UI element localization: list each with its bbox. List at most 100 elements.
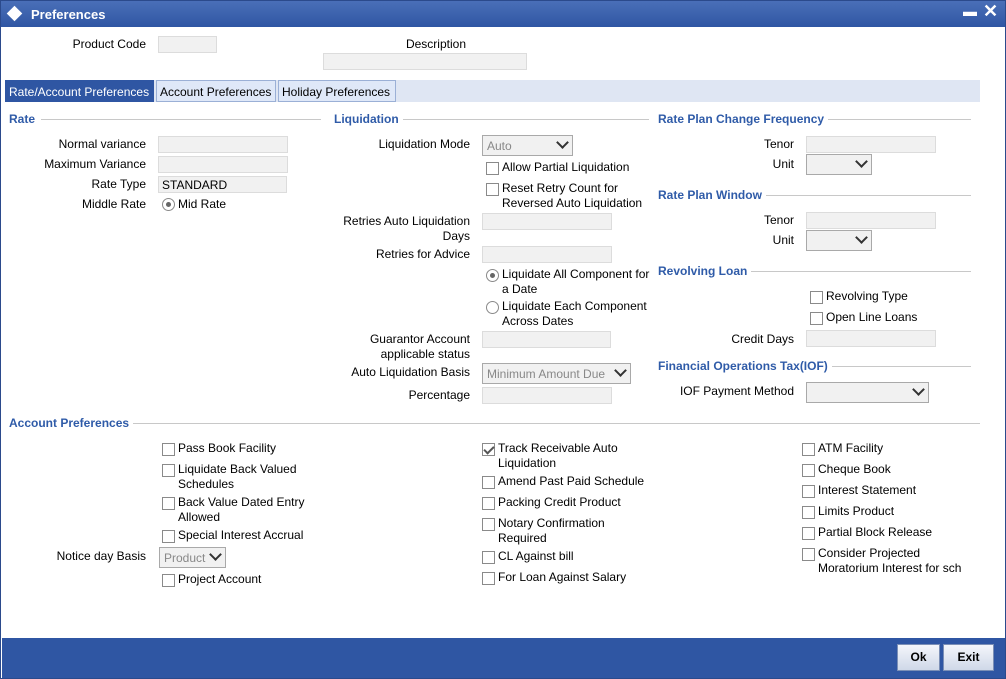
- close-icon[interactable]: ✕: [983, 1, 998, 22]
- back-value-dated-label-1: Back Value Dated Entry: [178, 495, 305, 509]
- atm-facility-checkbox[interactable]: [802, 443, 815, 456]
- liquidate-each-radio[interactable]: [486, 301, 499, 314]
- iof-title: Financial Operations Tax(IOF): [658, 359, 832, 373]
- guarantor-account-input[interactable]: [482, 331, 611, 348]
- open-line-loans-checkbox[interactable]: [810, 312, 823, 325]
- description-input[interactable]: [323, 53, 527, 70]
- rate-divider: [41, 119, 321, 120]
- revolving-type-checkbox[interactable]: [810, 291, 823, 304]
- rate-plan-change-title: Rate Plan Change Frequency: [658, 112, 829, 126]
- track-receivable-checkbox[interactable]: [482, 443, 495, 456]
- liquidate-back-valued-label-1: Liquidate Back Valued: [178, 462, 297, 476]
- project-account-label: Project Account: [178, 572, 262, 586]
- tab-account-preferences[interactable]: Account Preferences: [156, 80, 276, 102]
- cl-against-bill-label: CL Against bill: [498, 549, 574, 563]
- liquidate-all-radio[interactable]: [486, 269, 499, 282]
- liquidation-mode-select[interactable]: Auto: [482, 135, 573, 156]
- retries-auto-liquidation-input[interactable]: [482, 213, 612, 230]
- rpc-tenor-input[interactable]: [806, 136, 936, 153]
- tab-strip: Rate/Account Preferences Account Prefere…: [5, 80, 980, 102]
- credit-days-input[interactable]: [806, 330, 936, 347]
- reset-retry-label-2: Reversed Auto Liquidation: [502, 196, 643, 210]
- allow-partial-liquidation-label: Allow Partial Liquidation: [502, 160, 630, 174]
- mid-rate-radio[interactable]: [162, 198, 175, 211]
- iof-payment-method-select[interactable]: [806, 382, 929, 403]
- tab-holiday-preferences[interactable]: Holiday Preferences: [278, 80, 396, 102]
- rpc-unit-select[interactable]: [806, 154, 872, 175]
- percentage-input[interactable]: [482, 387, 612, 404]
- track-receivable-label-1: Track Receivable Auto: [498, 441, 618, 455]
- rate-plan-window-divider: [761, 195, 971, 196]
- interest-statement-checkbox[interactable]: [802, 485, 815, 498]
- cheque-book-label: Cheque Book: [818, 462, 891, 476]
- interest-statement-label: Interest Statement: [818, 483, 917, 497]
- maximum-variance-input[interactable]: [158, 156, 288, 173]
- normal-variance-label: Normal variance: [58, 137, 146, 151]
- account-preferences-title: Account Preferences: [9, 416, 134, 430]
- guarantor-label-1: Guarantor Account: [369, 332, 470, 346]
- track-receivable-label-2: Liquidation: [498, 456, 557, 470]
- chevron-down-icon: [209, 548, 222, 561]
- limits-product-checkbox[interactable]: [802, 506, 815, 519]
- cl-against-bill-checkbox[interactable]: [482, 551, 495, 564]
- rate-type-input[interactable]: STANDARD: [158, 176, 287, 193]
- percentage-label: Percentage: [408, 388, 470, 402]
- notice-day-basis-select[interactable]: Product: [159, 547, 226, 568]
- chevron-down-icon: [912, 383, 925, 396]
- allow-partial-liquidation-checkbox[interactable]: [486, 162, 499, 175]
- reset-retry-checkbox[interactable]: [486, 183, 499, 196]
- consider-projected-checkbox[interactable]: [802, 548, 815, 561]
- iof-payment-method-label: IOF Payment Method: [679, 384, 794, 398]
- rpw-unit-label: Unit: [772, 233, 794, 247]
- liquidate-each-label-2: Across Dates: [502, 314, 574, 328]
- tab-rate-account-preferences[interactable]: Rate/Account Preferences: [5, 80, 154, 102]
- open-line-loans-label: Open Line Loans: [826, 310, 918, 324]
- partial-block-release-label: Partial Block Release: [818, 525, 933, 539]
- rate-plan-window-title: Rate Plan Window: [658, 188, 766, 202]
- revolving-type-label: Revolving Type: [826, 289, 908, 303]
- special-interest-accrual-label: Special Interest Accrual: [178, 528, 304, 542]
- ok-button[interactable]: Ok: [897, 644, 940, 671]
- chevron-down-icon: [855, 155, 868, 168]
- project-account-checkbox[interactable]: [162, 574, 175, 587]
- chevron-down-icon: [855, 231, 868, 244]
- packing-credit-label: Packing Credit Product: [498, 495, 621, 509]
- pass-book-facility-label: Pass Book Facility: [178, 441, 277, 455]
- liquidate-back-valued-label-2: Schedules: [178, 477, 235, 491]
- product-code-input[interactable]: [158, 36, 217, 53]
- footer-bar: [2, 638, 1005, 678]
- packing-credit-checkbox[interactable]: [482, 497, 495, 510]
- retries-advice-input[interactable]: [482, 246, 612, 263]
- rpw-unit-select[interactable]: [806, 230, 872, 251]
- window-diamond-icon: [6, 5, 23, 22]
- account-preferences-divider: [131, 423, 980, 424]
- cheque-book-checkbox[interactable]: [802, 464, 815, 477]
- notice-day-basis-label: Notice day Basis: [56, 549, 146, 563]
- notary-confirmation-label-1: Notary Confirmation: [498, 516, 605, 530]
- description-label: Description: [405, 37, 466, 51]
- amend-past-paid-label: Amend Past Paid Schedule: [498, 474, 645, 488]
- special-interest-accrual-checkbox[interactable]: [162, 530, 175, 543]
- back-value-dated-checkbox[interactable]: [162, 497, 175, 510]
- minimize-icon[interactable]: ▬: [963, 3, 977, 19]
- rpc-unit-label: Unit: [772, 157, 794, 171]
- atm-facility-label: ATM Facility: [818, 441, 884, 455]
- amend-past-paid-checkbox[interactable]: [482, 476, 495, 489]
- back-value-dated-label-2: Allowed: [178, 510, 221, 524]
- notary-confirmation-checkbox[interactable]: [482, 518, 495, 531]
- exit-button[interactable]: Exit: [943, 644, 994, 671]
- reset-retry-label-1: Reset Retry Count for: [502, 181, 619, 195]
- retries-auto-label-1: Retries Auto Liquidation: [343, 214, 470, 228]
- liquidate-each-label-1: Liquidate Each Component: [502, 299, 647, 313]
- loan-against-salary-checkbox[interactable]: [482, 572, 495, 585]
- limits-product-label: Limits Product: [818, 504, 895, 518]
- auto-liquidation-basis-select[interactable]: Minimum Amount Due: [482, 363, 631, 384]
- rpw-tenor-input[interactable]: [806, 212, 936, 229]
- chevron-down-icon: [614, 364, 627, 377]
- rate-section-title: Rate: [9, 112, 40, 126]
- pass-book-facility-checkbox[interactable]: [162, 443, 175, 456]
- maximum-variance-label: Maximum Variance: [44, 157, 146, 171]
- partial-block-release-checkbox[interactable]: [802, 527, 815, 540]
- normal-variance-input[interactable]: [158, 136, 288, 153]
- liquidate-back-valued-checkbox[interactable]: [162, 464, 175, 477]
